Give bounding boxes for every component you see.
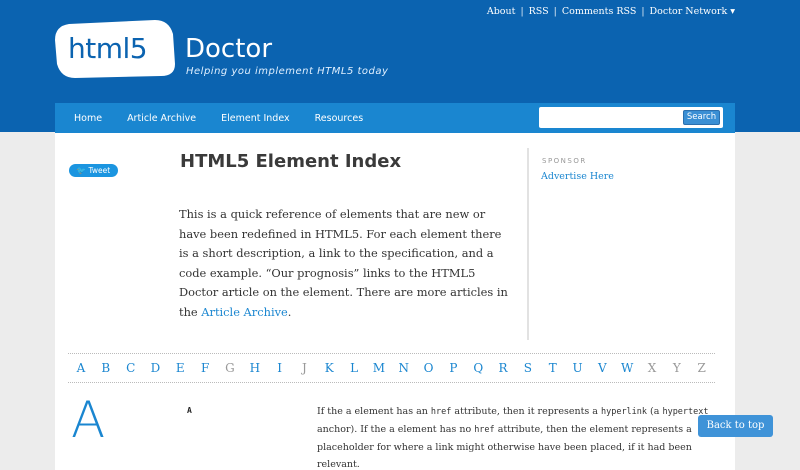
alphabet-letter-v[interactable]: V — [595, 361, 609, 375]
alphabet-letter-g: G — [225, 361, 235, 375]
alphabet-letter-i[interactable]: I — [273, 361, 287, 375]
logo-tagline: Helping you implement HTML5 today — [186, 66, 389, 77]
sidebar-divider — [527, 148, 529, 340]
sponsor-label: SPONSOR — [542, 157, 587, 165]
nav-article-archive[interactable]: Article Archive — [127, 113, 196, 124]
alphabet-letter-a[interactable]: A — [74, 361, 88, 375]
twitter-bird-icon: 🐦 — [76, 166, 87, 175]
alphabet-letter-o[interactable]: O — [422, 361, 436, 375]
article-archive-link[interactable]: Article Archive — [201, 305, 287, 319]
alphabet-letter-z: Z — [697, 361, 706, 375]
desc-part: anchor). If the a element has no — [317, 424, 475, 435]
desc-part: (a — [647, 406, 663, 417]
page-title: HTML5 Element Index — [180, 151, 402, 172]
logo-doctor[interactable]: Doctor — [185, 34, 272, 64]
alphabet-letter-q[interactable]: Q — [471, 361, 485, 375]
alphabet-letter-s[interactable]: S — [521, 361, 535, 375]
element-description: If the a element has an href attribute, … — [317, 403, 727, 470]
nav-home[interactable]: Home — [74, 113, 102, 124]
tweet-label: Tweet — [88, 166, 111, 175]
top-links: About | RSS | Comments RSS | Doctor Netw… — [486, 6, 735, 17]
alphabet-letter-l[interactable]: L — [347, 361, 361, 375]
alphabet-letter-u[interactable]: U — [571, 361, 585, 375]
nav-element-index[interactable]: Element Index — [221, 113, 290, 124]
alphabet-letter-m[interactable]: M — [372, 361, 386, 375]
alphabet-letter-t[interactable]: T — [546, 361, 560, 375]
search-box: Search — [539, 107, 723, 128]
advertise-link[interactable]: Advertise Here — [541, 171, 614, 182]
alphabet-letter-j: J — [302, 361, 307, 375]
alphabet-letter-r[interactable]: R — [496, 361, 510, 375]
nav-resources[interactable]: Resources — [315, 113, 364, 124]
section-letter: A — [71, 391, 106, 449]
code-href: href — [430, 407, 452, 417]
element-name[interactable]: A — [187, 406, 192, 415]
code-href: href — [474, 425, 495, 435]
intro-text: This is a quick reference of elements th… — [179, 207, 508, 319]
alphabet-letter-h[interactable]: H — [248, 361, 262, 375]
main-content: 🐦 Tweet HTML5 Element Index This is a qu… — [55, 133, 735, 470]
alphabet-letter-w[interactable]: W — [620, 361, 634, 375]
alphabet-letter-e[interactable]: E — [173, 361, 187, 375]
top-link-rss[interactable]: RSS — [529, 6, 549, 17]
alphabet-letter-c[interactable]: C — [124, 361, 138, 375]
logo-html5[interactable]: html5 — [68, 32, 148, 65]
top-link-doctor-network[interactable]: Doctor Network ▾ — [650, 6, 735, 17]
search-input[interactable] — [543, 110, 678, 125]
desc-part: If the a element has an — [317, 406, 431, 417]
alphabet-letter-y: Y — [672, 361, 681, 375]
intro-paragraph: This is a quick reference of elements th… — [179, 205, 509, 322]
back-to-top-button[interactable]: Back to top — [698, 415, 773, 437]
top-link-about[interactable]: About — [487, 6, 516, 17]
alphabet-letter-f[interactable]: F — [198, 361, 212, 375]
search-button[interactable]: Search — [683, 110, 720, 125]
alphabet-letter-p[interactable]: P — [446, 361, 460, 375]
code-hyperlink: hyperlink — [600, 407, 648, 417]
alphabet-letter-n[interactable]: N — [397, 361, 411, 375]
tweet-button[interactable]: 🐦 Tweet — [69, 164, 118, 177]
alphabet-letter-x: X — [647, 361, 657, 375]
alphabet-nav: ABCDEFGHI J KLMNOPQRSTUVWX Y Z — [68, 353, 715, 383]
intro-end: . — [287, 304, 292, 319]
main-nav: Home Article Archive Element Index Resou… — [55, 103, 735, 133]
alphabet-letter-d[interactable]: D — [148, 361, 162, 375]
alphabet-letter-k[interactable]: K — [322, 361, 336, 375]
desc-part: attribute, then it represents a — [451, 406, 601, 417]
top-link-comments-rss[interactable]: Comments RSS — [562, 6, 636, 17]
alphabet-letter-b[interactable]: B — [99, 361, 113, 375]
